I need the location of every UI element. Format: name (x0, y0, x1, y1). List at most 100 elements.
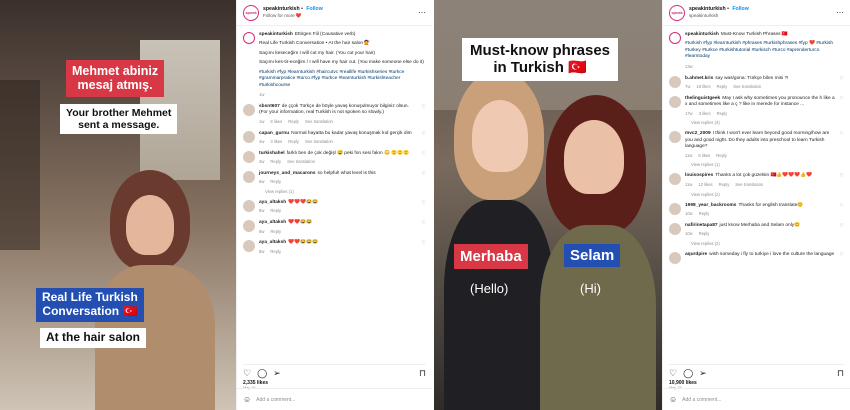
commenter-avatar[interactable] (669, 222, 681, 235)
commenter-avatar[interactable] (243, 240, 255, 253)
commenter-avatar[interactable] (243, 170, 255, 183)
comment-username[interactable]: nafirinetapa87 (685, 223, 718, 228)
commenter-avatar[interactable] (669, 251, 681, 264)
add-comment-input[interactable]: Add a comment... (682, 397, 721, 403)
comment-username[interactable]: mvc2_2009 (685, 131, 711, 136)
comment-username[interactable]: journeys_and_macarons (259, 171, 316, 176)
heart-icon[interactable]: ♡ (422, 220, 426, 226)
caption-username[interactable]: speakinturkish (685, 32, 719, 37)
caption-avatar[interactable] (243, 32, 255, 44)
heart-icon[interactable]: ♡ (840, 96, 844, 102)
more-icon[interactable]: ⋯ (836, 8, 844, 17)
view-replies-link[interactable]: View replies (2) (691, 192, 844, 197)
video-player[interactable]: Mehmet abiniz mesaj atmış. Your brother … (0, 0, 236, 410)
heart-icon[interactable]: ♡ (422, 104, 426, 110)
comment-username[interactable]: turkishahel (259, 151, 285, 156)
see-translation-link[interactable]: See translation (735, 182, 763, 187)
share-icon[interactable]: ➢ (699, 368, 707, 379)
commenter-avatar[interactable] (243, 150, 255, 163)
reply-button[interactable]: Reply (270, 208, 281, 213)
caption-username[interactable]: speakinturkish (259, 32, 293, 37)
reply-button[interactable]: Reply (717, 84, 728, 89)
commenter-avatar[interactable] (669, 75, 681, 88)
heart-icon[interactable]: ♡ (422, 131, 426, 137)
comments-list[interactable]: speakinturkish Ettirgen Fiil (Causative v… (237, 30, 432, 364)
comment-username[interactable]: aya_altaksh (259, 240, 286, 245)
emoji-icon[interactable]: ☺ (669, 395, 677, 404)
add-comment-input[interactable]: Add a comment... (256, 397, 295, 403)
comment-username[interactable]: aya_altaksh (259, 200, 286, 205)
comment-likes[interactable]: 6 likes (698, 153, 710, 158)
commenter-avatar[interactable] (669, 95, 681, 108)
comments-list[interactable]: speakinturkish Must-Know Turkish Phrases … (663, 30, 850, 364)
comment-icon[interactable]: ◯ (257, 368, 267, 379)
comment-username[interactable]: louisospires (685, 173, 713, 178)
heart-icon[interactable]: ♡ (840, 131, 844, 137)
comment-username[interactable]: aya_altaksh (259, 220, 286, 225)
caption-avatar[interactable] (669, 32, 681, 44)
comment-username[interactable]: aqurdpire (685, 252, 707, 257)
comment-username[interactable]: thelinguistgeek (685, 96, 720, 101)
more-icon[interactable]: ⋯ (418, 8, 426, 17)
reply-button[interactable]: Reply (270, 229, 281, 234)
see-translation-link[interactable]: See translation (305, 139, 333, 144)
commenter-avatar[interactable] (243, 130, 255, 143)
comment-likes[interactable]: 12 likes (698, 182, 712, 187)
heart-icon[interactable]: ♡ (840, 173, 844, 179)
heart-icon[interactable]: ♡ (669, 368, 677, 379)
reply-button[interactable]: Reply (270, 249, 281, 254)
view-replies-link[interactable]: View replies (2) (691, 241, 844, 246)
reply-button[interactable]: Reply (716, 153, 727, 158)
comment-likes[interactable]: 19 likes (696, 84, 710, 89)
follow-button[interactable]: Follow (732, 6, 748, 12)
heart-icon[interactable]: ♡ (840, 223, 844, 229)
view-replies-link[interactable]: View replies (4) (691, 120, 844, 125)
comment-icon[interactable]: ◯ (683, 368, 693, 379)
reply-button[interactable]: Reply (699, 211, 710, 216)
commenter-avatar[interactable] (669, 202, 681, 215)
comment-likes[interactable]: 8 likes (270, 119, 282, 124)
heart-icon[interactable]: ♡ (840, 252, 844, 258)
see-translation-link[interactable]: See translation (733, 84, 761, 89)
caption-hashtags[interactable]: #turkish #fyp #learnturkish #haircutvc #… (259, 70, 426, 89)
commenter-avatar[interactable] (243, 199, 255, 212)
follow-button[interactable]: Follow (306, 6, 322, 12)
profile-avatar[interactable]: speak (243, 4, 259, 21)
reply-button[interactable]: Reply (270, 179, 281, 184)
view-replies-link[interactable]: View replies (1) (265, 189, 426, 194)
comment-likes[interactable]: 3 likes (270, 139, 282, 144)
heart-icon[interactable]: ♡ (422, 200, 426, 206)
reply-button[interactable]: Reply (719, 182, 730, 187)
heart-icon[interactable]: ♡ (243, 368, 251, 379)
commenter-avatar[interactable] (243, 103, 255, 116)
view-replies-link[interactable]: View replies (1) (691, 162, 844, 167)
heart-icon[interactable]: ♡ (422, 171, 426, 177)
heart-icon[interactable]: ♡ (422, 151, 426, 157)
emoji-icon[interactable]: ☺ (243, 395, 251, 404)
share-icon[interactable]: ➢ (273, 368, 281, 379)
comment-username[interactable]: sbsnt607 (259, 104, 280, 109)
header-username[interactable]: speakinturkish (689, 6, 726, 12)
reply-button[interactable]: Reply (717, 111, 728, 116)
heart-icon[interactable]: ♡ (422, 240, 426, 246)
commenter-avatar[interactable] (669, 173, 681, 186)
bookmark-icon[interactable]: ⊓ (419, 368, 426, 379)
reply-button[interactable]: Reply (288, 119, 299, 124)
commenter-avatar[interactable] (243, 220, 255, 233)
see-translation-link[interactable]: See translation (287, 159, 315, 164)
caption-hashtags[interactable]: #turkish #fyp #learnturkish #phrases #tu… (685, 41, 844, 60)
profile-avatar[interactable]: speak (669, 4, 685, 21)
comment-username[interactable]: b.ahmet.kris (685, 76, 713, 81)
header-username[interactable]: speakinturkish (263, 6, 300, 12)
comment-likes[interactable]: 3 likes (699, 111, 711, 116)
reply-button[interactable]: Reply (699, 231, 710, 236)
commenter-avatar[interactable] (669, 131, 681, 144)
comment-username[interactable]: 1998_year_backrooms (685, 203, 736, 208)
heart-icon[interactable]: ♡ (840, 76, 844, 82)
see-translation-link[interactable]: See translation (305, 119, 333, 124)
video-player[interactable]: Must-know phrases in Turkish 🇹🇷 Merhaba … (434, 0, 662, 410)
reply-button[interactable]: Reply (270, 159, 281, 164)
reply-button[interactable]: Reply (288, 139, 299, 144)
comment-username[interactable]: capan_gurnu (259, 131, 289, 136)
heart-icon[interactable]: ♡ (840, 203, 844, 209)
